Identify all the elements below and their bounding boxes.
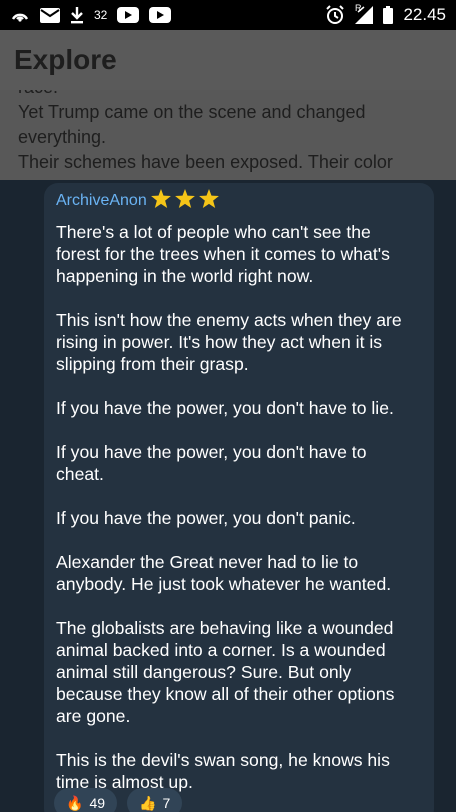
message-line: slipping from their grasp. — [56, 354, 249, 374]
clock: 22.45 — [403, 5, 446, 24]
star-icon — [174, 189, 195, 213]
page-title: Explore — [14, 44, 117, 75]
app-header: Explore — [0, 30, 456, 90]
message-paragraph: If you have the power, you don't have to… — [56, 397, 422, 419]
hotspot-icon — [10, 7, 30, 23]
reaction-fire[interactable]: 🔥 49 — [54, 788, 118, 812]
message-line: happening in the world right now. — [56, 266, 314, 286]
message-paragraph: The globalists are behaving like a wound… — [56, 617, 422, 727]
message-line: animal still dangerous? Sure. But only — [56, 662, 352, 682]
article-line: Their schemes have been exposed. Their c… — [18, 152, 393, 172]
mail-icon — [40, 7, 60, 23]
message-line: The globalists are behaving like a wound… — [56, 618, 394, 638]
message-line: forest for the trees when it comes to wh… — [56, 244, 390, 264]
alarm-icon — [325, 5, 345, 25]
message-paragraph: If you have the power, you don't have to… — [56, 441, 422, 485]
message-bubble[interactable]: ArchiveAnon There's a lot of people who … — [44, 183, 434, 812]
article-line: race. — [18, 90, 438, 100]
article-line: Yet Trump came on the scene and changed — [18, 102, 366, 122]
fire-icon: 🔥 — [66, 794, 84, 811]
message-line: If you have the power, you don't have to… — [56, 398, 394, 418]
author-name[interactable]: ArchiveAnon — [56, 192, 147, 210]
star-icon — [150, 189, 171, 213]
signal-label: R — [354, 3, 362, 13]
message-paragraph: If you have the power, you don't panic. — [56, 507, 422, 529]
download-count: 32 — [94, 8, 108, 22]
message-paragraph: Alexander the Great never had to lie to … — [56, 551, 422, 595]
youtube-icon — [149, 7, 172, 23]
message-line: because they know all of their other opt… — [56, 684, 395, 704]
message-line: animal backed into a corner. Is a wounde… — [56, 640, 386, 660]
battery-icon — [383, 6, 394, 24]
message-paragraph: This is the devil's swan song, he knows … — [56, 749, 422, 793]
reactions-bar: 🔥 49 👍 7 — [54, 788, 183, 812]
download-icon — [70, 6, 84, 24]
thumbs-up-icon: 👍 — [139, 794, 157, 811]
reaction-count: 7 — [162, 795, 171, 811]
message-line: If you have the power, you don't have to — [56, 442, 367, 462]
article-line: everything. — [18, 127, 107, 147]
message-line: This isn't how the enemy acts when they … — [56, 310, 402, 330]
message-line: rising in power. It's how they act when … — [56, 332, 383, 352]
message-line: This is the devil's swan song, he knows … — [56, 750, 390, 770]
status-bar: 32 R 22.45 — [0, 0, 456, 30]
message-author[interactable]: ArchiveAnon — [56, 189, 422, 213]
article-background: race. Yet Trump came on the scene and ch… — [0, 90, 456, 180]
message-paragraph: There's a lot of people who can't see th… — [56, 221, 422, 287]
message-line: Alexander the Great never had to lie to — [56, 552, 359, 572]
message-line: are gone. — [56, 706, 131, 726]
signal-icon: R — [354, 3, 374, 24]
message-line: There's a lot of people who can't see th… — [56, 222, 371, 242]
message-line: If you have the power, you don't panic. — [56, 508, 356, 528]
message-line: anybody. He just took whatever he wanted… — [56, 574, 392, 594]
reaction-count: 49 — [89, 795, 106, 811]
star-icon — [198, 189, 219, 213]
message-paragraph: This isn't how the enemy acts when they … — [56, 309, 422, 375]
youtube-icon — [117, 7, 140, 23]
message-line: cheat. — [56, 464, 104, 484]
message-text: There's a lot of people who can't see th… — [56, 221, 422, 793]
reaction-thumbs-up[interactable]: 👍 7 — [127, 788, 183, 812]
